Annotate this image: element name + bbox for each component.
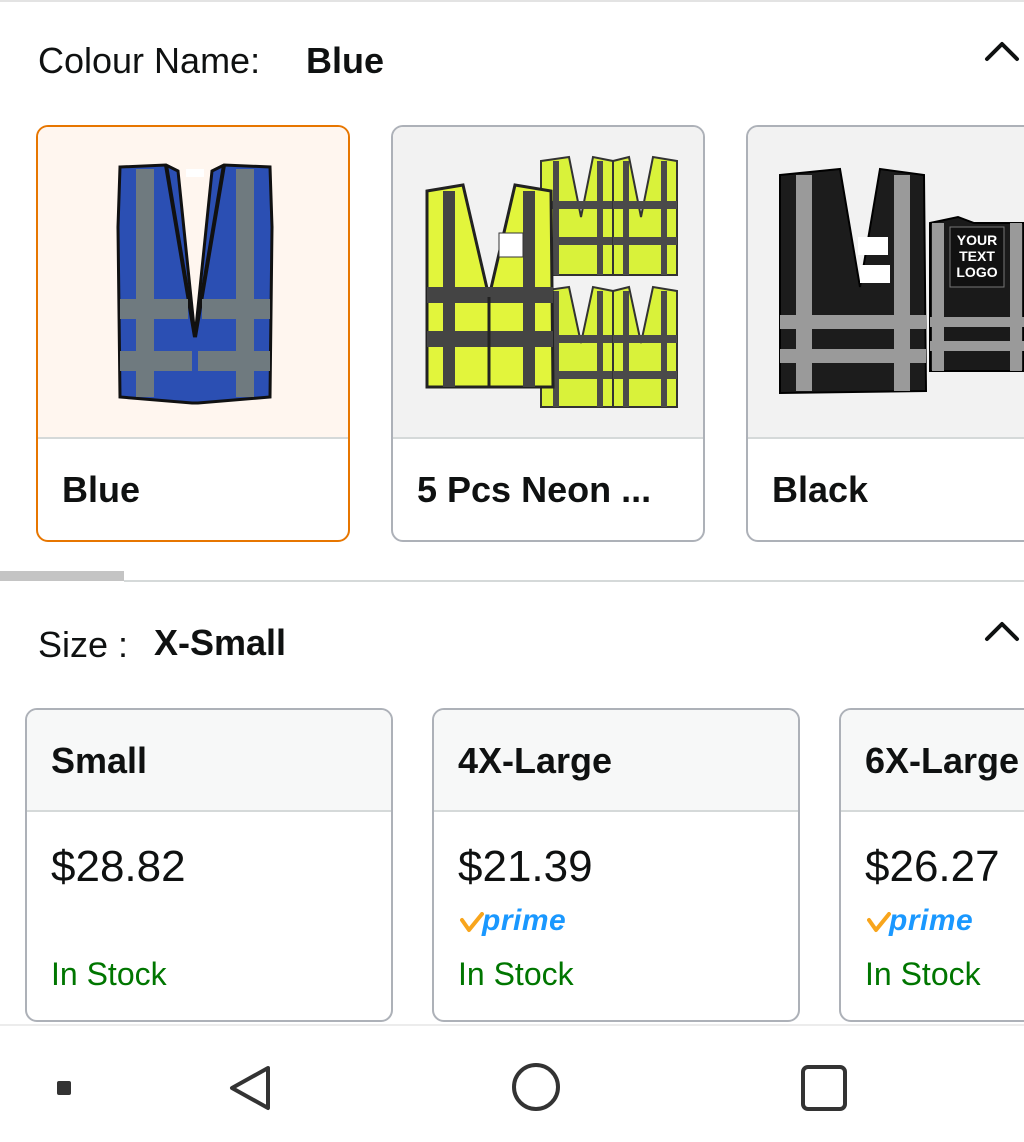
- colour-option-label: Blue: [62, 469, 141, 510]
- prime-check-icon: [867, 912, 891, 932]
- size-option-4x-large[interactable]: 4X-Large $21.39 prime In Stock: [432, 708, 800, 1022]
- colour-option-label: Black: [772, 469, 869, 510]
- colour-option-neon-5pcs[interactable]: 5 Pcs Neon ...: [391, 125, 705, 542]
- prime-check-icon: [460, 912, 484, 932]
- colour-scrollbar[interactable]: [0, 570, 1024, 582]
- top-divider: [0, 0, 1024, 2]
- size-option-name: 6X-Large: [865, 740, 1020, 781]
- svg-text:TEXT: TEXT: [959, 248, 995, 264]
- colour-option-black[interactable]: YOUR TEXT LOGO Black: [746, 125, 1024, 542]
- colour-section-header[interactable]: Colour Name: Blue: [0, 34, 1024, 94]
- blue-vest-image: [38, 127, 348, 439]
- stock-status: In Stock: [51, 956, 167, 992]
- back-icon[interactable]: [226, 1064, 274, 1112]
- recents-icon[interactable]: [800, 1064, 848, 1112]
- menu-dot-icon[interactable]: [56, 1080, 72, 1096]
- size-option-price: $21.39: [458, 842, 593, 891]
- stock-status: In Stock: [865, 956, 981, 992]
- svg-text:YOUR: YOUR: [957, 232, 997, 248]
- colour-option-label: 5 Pcs Neon ...: [417, 469, 652, 510]
- scrollbar-thumb[interactable]: [0, 571, 124, 581]
- size-option-header: 6X-Large: [841, 710, 1024, 812]
- chevron-up-icon[interactable]: [984, 618, 1020, 642]
- size-option-name: 4X-Large: [458, 740, 613, 781]
- size-option-name: Small: [51, 740, 148, 781]
- chevron-up-icon[interactable]: [984, 38, 1020, 62]
- home-icon[interactable]: [511, 1062, 561, 1112]
- colour-label: Colour Name:: [38, 40, 261, 81]
- prime-label: prime: [889, 904, 974, 937]
- size-option-price: $28.82: [51, 842, 186, 891]
- neon-vests-image: [393, 127, 703, 439]
- black-vest-image: YOUR TEXT LOGO: [748, 127, 1024, 439]
- stock-status: In Stock: [458, 956, 574, 992]
- colour-selected-value: Blue: [306, 40, 385, 81]
- size-selected-value: X-Small: [154, 622, 287, 663]
- size-option-price: $26.27: [865, 842, 1000, 891]
- scrollbar-track-line: [124, 580, 1024, 582]
- svg-text:LOGO: LOGO: [956, 264, 997, 280]
- colour-option-blue[interactable]: Blue: [36, 125, 350, 542]
- size-option-header: 4X-Large: [434, 710, 798, 812]
- size-option-small[interactable]: Small $28.82 In Stock: [25, 708, 393, 1022]
- size-section-header[interactable]: Size : X-Small: [0, 616, 1024, 676]
- your-text-logo-patch: YOUR TEXT LOGO: [949, 226, 1005, 288]
- size-option-6x-large[interactable]: 6X-Large $26.27 prime In Stock: [839, 708, 1024, 1022]
- size-option-header: Small: [27, 710, 391, 812]
- size-label: Size :: [38, 624, 129, 665]
- prime-label: prime: [482, 904, 567, 937]
- system-navigation-bar: [0, 1026, 1024, 1142]
